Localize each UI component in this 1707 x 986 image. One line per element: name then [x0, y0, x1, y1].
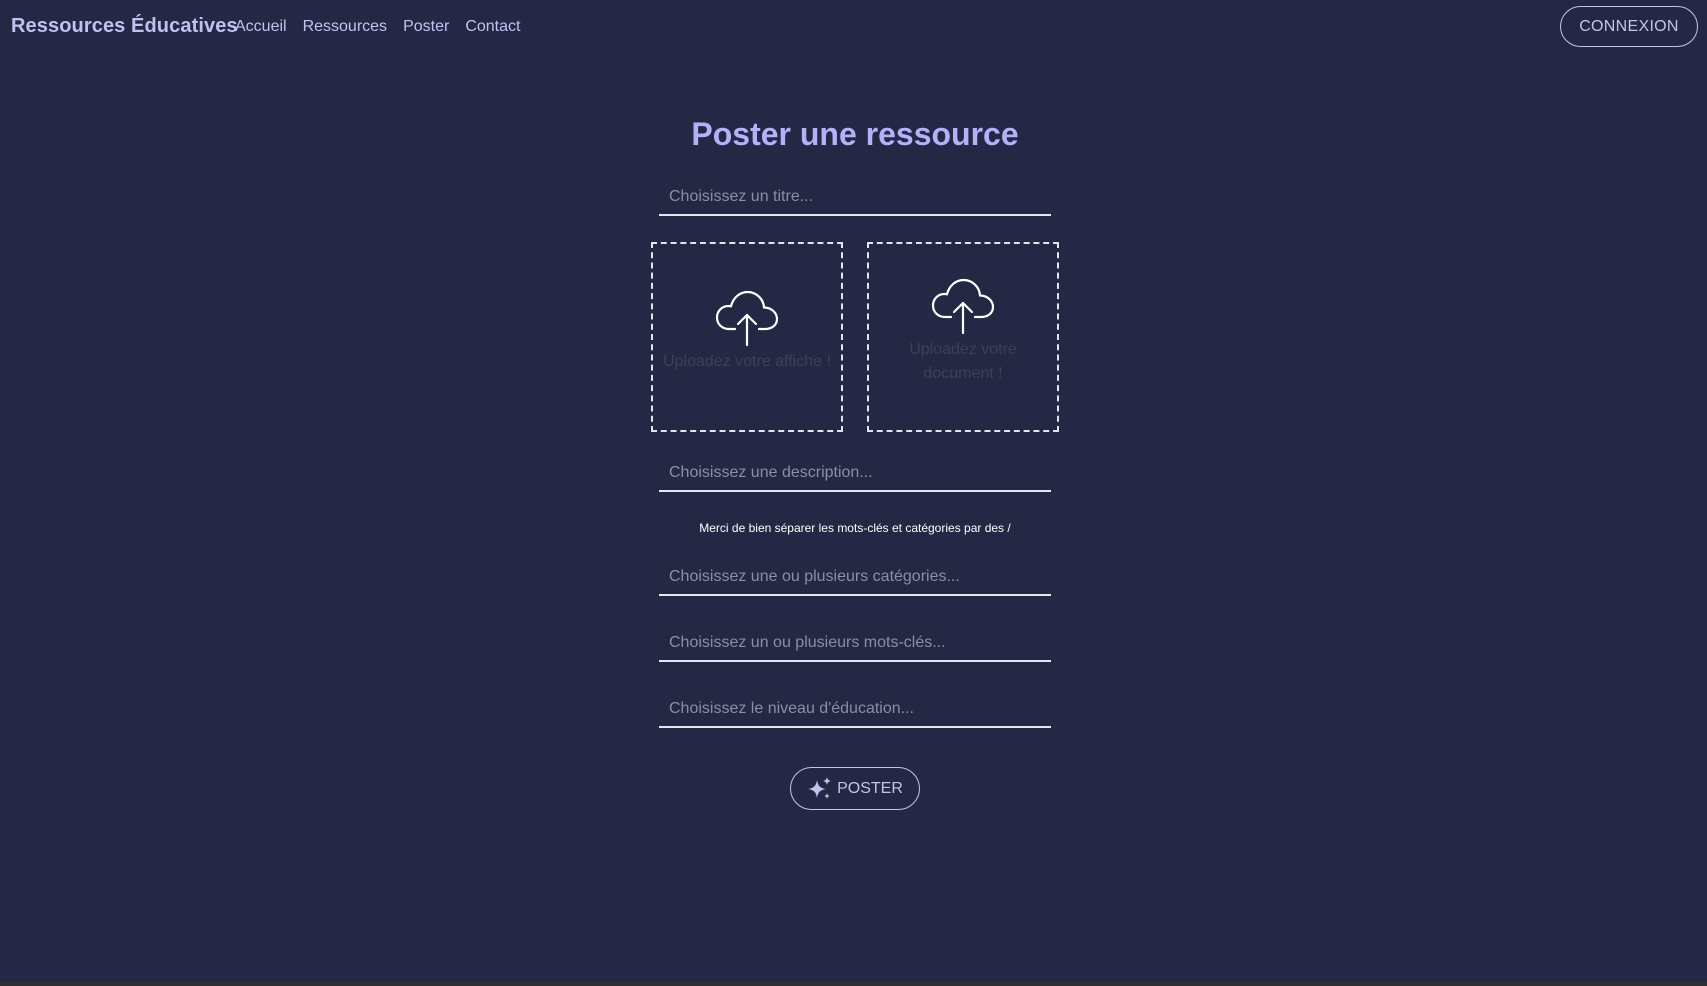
keywords-input[interactable]: [659, 626, 1051, 662]
categories-input[interactable]: [659, 560, 1051, 596]
login-button[interactable]: CONNEXION: [1560, 6, 1698, 47]
upload-document-label: Uploadez votre document !: [909, 341, 1017, 382]
nav-link-accueil[interactable]: Accueil: [235, 18, 287, 36]
upload-poster-label: Uploadez votre affiche !: [663, 353, 831, 370]
description-input[interactable]: [659, 456, 1051, 492]
bottom-divider: [0, 982, 1707, 986]
page: Ressources Éducatives Accueil Ressources…: [0, 0, 1707, 986]
title-input[interactable]: [659, 180, 1051, 216]
separator-hint: Merci de bien séparer les mots-clés et c…: [699, 521, 1011, 535]
page-title: Poster une ressource: [691, 116, 1019, 152]
navbar: Ressources Éducatives Accueil Ressources…: [0, 0, 1707, 54]
nav-link-ressources[interactable]: Ressources: [303, 18, 387, 36]
upload-poster-dropzone[interactable]: Uploadez votre affiche !: [651, 242, 843, 432]
nav-links: Accueil Ressources Poster Contact: [235, 18, 520, 36]
sparkles-icon: [808, 776, 832, 799]
post-button-label: POSTER: [837, 779, 903, 797]
nav-link-contact[interactable]: Contact: [465, 18, 520, 36]
cloud-upload-icon: [715, 290, 779, 347]
education-level-input[interactable]: [659, 692, 1051, 728]
upload-document-dropzone[interactable]: Uploadez votre document !: [867, 242, 1059, 432]
brand-logo[interactable]: Ressources Éducatives: [11, 15, 238, 38]
nav-link-poster[interactable]: Poster: [403, 18, 449, 36]
post-button[interactable]: POSTER: [790, 767, 920, 810]
cloud-upload-icon: [931, 278, 995, 335]
